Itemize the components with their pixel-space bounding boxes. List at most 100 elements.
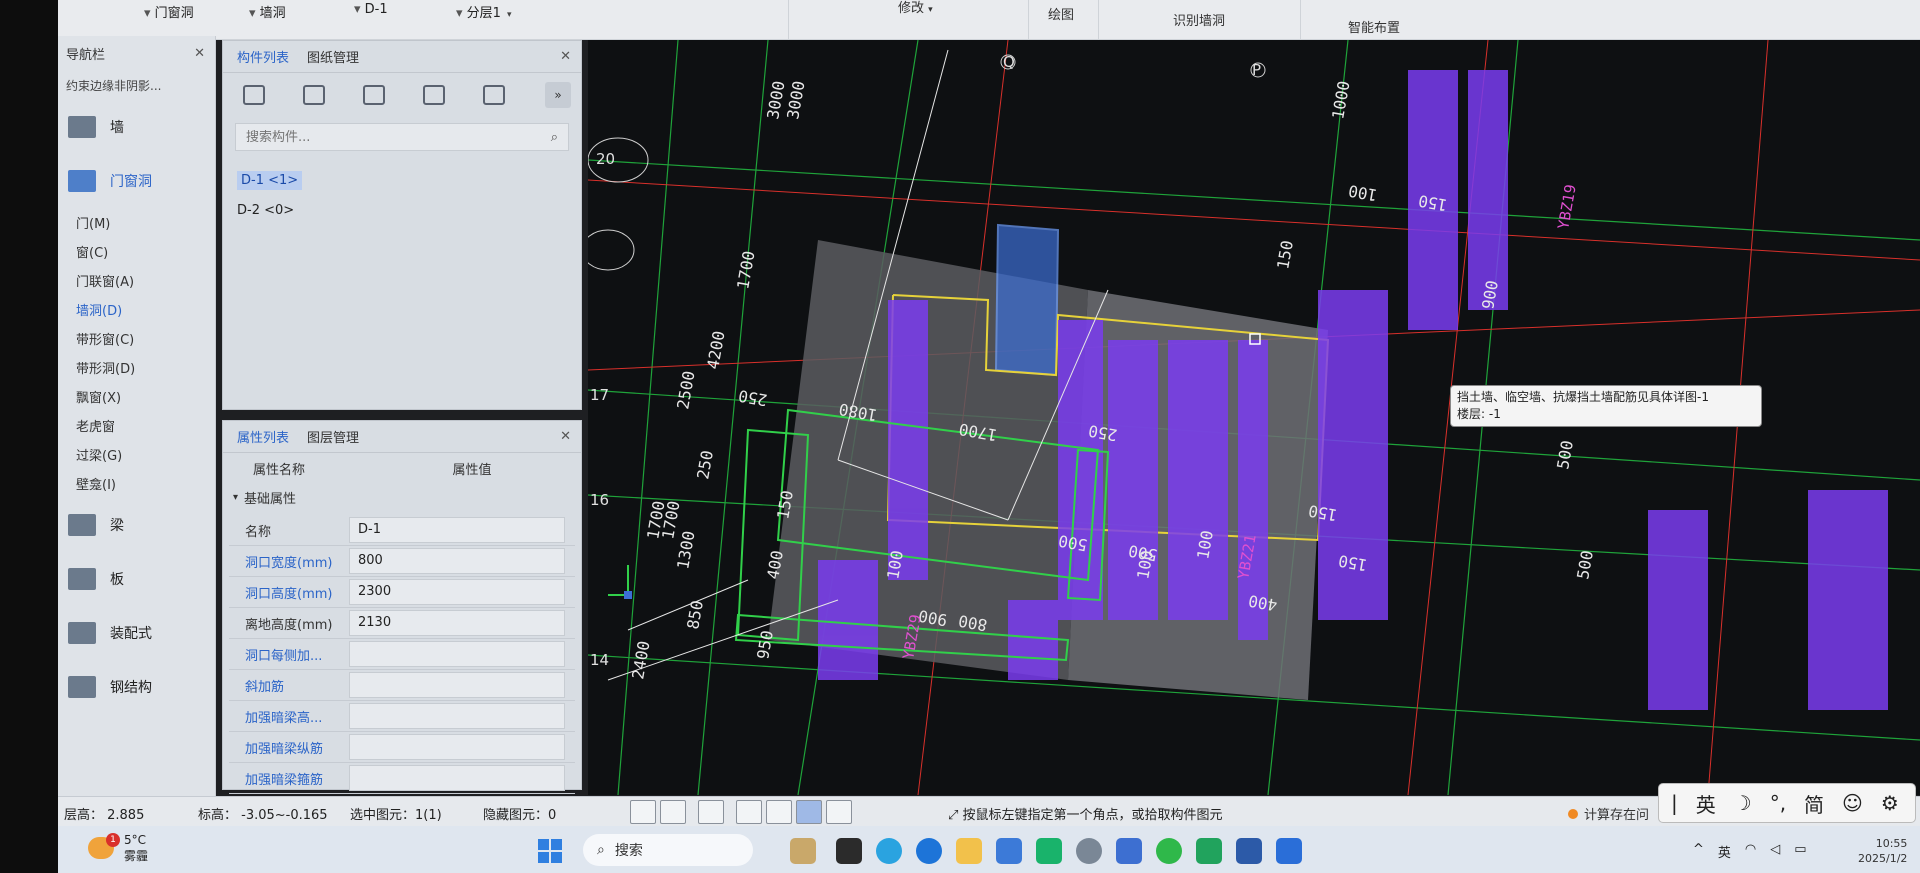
nav-item-door-window[interactable]: 门窗洞 <box>58 154 215 208</box>
type-select[interactable]: ▾ 墙洞 <box>243 0 292 22</box>
ortho-icon[interactable] <box>630 800 656 824</box>
nav-item-slab[interactable]: 板 <box>58 552 215 606</box>
nav-subtitle[interactable]: 约束边缘非阴影... <box>58 70 215 100</box>
copilot-icon[interactable] <box>790 838 816 864</box>
tray-lang[interactable]: 英 <box>1718 842 1731 861</box>
component-search[interactable]: ⌕ <box>235 123 569 151</box>
punctuation-icon[interactable]: °, <box>1770 791 1786 815</box>
close-icon[interactable]: ✕ <box>194 46 205 61</box>
nav-item-dormer[interactable]: 老虎窗 <box>58 411 215 440</box>
property-value[interactable]: 800 <box>349 548 565 574</box>
cad-app-icon[interactable] <box>1236 838 1262 864</box>
task-view-icon[interactable] <box>836 838 862 864</box>
cross-icon[interactable] <box>698 800 724 824</box>
snap-icon[interactable] <box>796 800 822 824</box>
table-row[interactable]: 加强暗梁箍筋 <box>229 763 575 794</box>
box-select-icon[interactable] <box>660 800 686 824</box>
chevron-up-icon[interactable]: ^ <box>1693 842 1704 861</box>
draw-group-label[interactable]: 绘图 <box>1048 4 1074 23</box>
list-item[interactable]: D-2 <0> <box>235 195 569 225</box>
nav-item-steel[interactable]: 钢结构 <box>58 660 215 714</box>
calc-warning[interactable]: 计算存在问 <box>1568 804 1649 823</box>
weather-widget[interactable]: 1 5°C 雾霾 <box>88 832 148 864</box>
property-value[interactable] <box>349 734 565 760</box>
nav-item-wall[interactable]: 墙 <box>58 100 215 154</box>
more-button[interactable]: » <box>545 82 571 108</box>
layer-copy-icon[interactable] <box>423 85 445 105</box>
mail-icon[interactable] <box>1036 838 1062 864</box>
table-row[interactable]: 斜加筋 <box>229 670 575 701</box>
table-row[interactable]: 加强暗梁纵筋 <box>229 732 575 763</box>
close-icon[interactable]: ✕ <box>560 49 571 64</box>
ime-lang-toggle[interactable]: 英 <box>1696 789 1716 818</box>
app-icon[interactable] <box>1196 838 1222 864</box>
property-value[interactable]: D-1 <box>349 517 565 543</box>
save-icon[interactable] <box>483 85 505 105</box>
property-value[interactable] <box>349 765 565 791</box>
wechat-icon[interactable] <box>1156 838 1182 864</box>
selected-hole[interactable] <box>994 223 1060 377</box>
offset-icon[interactable] <box>766 800 792 824</box>
taskbar-search[interactable]: ⌕ 搜索 <box>583 834 753 866</box>
settings-icon[interactable] <box>1076 838 1102 864</box>
table-row[interactable]: 洞口宽度(mm) 800 <box>229 546 575 577</box>
table-row[interactable]: 离地高度(mm) 2130 <box>229 608 575 639</box>
nav-item-door[interactable]: 门(M) <box>58 208 215 237</box>
tab-drawing-management[interactable]: 图纸管理 <box>307 47 359 66</box>
windows-start-icon[interactable] <box>538 839 562 863</box>
nav-item-niche[interactable]: 壁龛(I) <box>58 469 215 498</box>
nav-item-strip-hole[interactable]: 带形洞(D) <box>58 353 215 382</box>
property-value[interactable] <box>349 672 565 698</box>
ime-handle-icon[interactable]: | <box>1671 791 1678 815</box>
nav-item-door-window-combo[interactable]: 门联窗(A) <box>58 266 215 295</box>
ime-mode-toggle[interactable]: 简 <box>1804 789 1824 818</box>
modify-group[interactable]: 修改 ▾ <box>898 0 933 16</box>
property-value[interactable]: 2300 <box>349 579 565 605</box>
recognize-wall-hole-group-label[interactable]: 识别墙洞 <box>1173 10 1225 29</box>
store-icon[interactable] <box>996 838 1022 864</box>
nav-item-lintel[interactable]: 过梁(G) <box>58 440 215 469</box>
layer-select[interactable]: ▾ 分层1 ▾ <box>450 0 517 22</box>
app-icon[interactable] <box>1116 838 1142 864</box>
nav-item-prefab[interactable]: 装配式 <box>58 606 215 660</box>
ie-icon[interactable] <box>916 838 942 864</box>
close-icon[interactable]: ✕ <box>560 429 571 444</box>
nav-item-beam[interactable]: 梁 <box>58 498 215 552</box>
glodon-app-icon[interactable] <box>1276 838 1302 864</box>
smart-layout-group-label[interactable]: 智能布置 <box>1348 17 1400 36</box>
nav-item-wall-hole[interactable]: 墙洞(D) <box>58 295 215 324</box>
nav-item-bay-window[interactable]: 飘窗(X) <box>58 382 215 411</box>
tab-component-list[interactable]: 构件列表 <box>237 47 289 66</box>
delete-icon[interactable] <box>363 85 385 105</box>
search-icon[interactable]: ⌕ <box>551 130 558 145</box>
volume-icon[interactable]: ◁ <box>1770 842 1780 861</box>
arc-icon[interactable] <box>826 800 852 824</box>
table-row[interactable]: 洞口高度(mm) 2300 <box>229 577 575 608</box>
new-component-icon[interactable] <box>243 85 265 105</box>
battery-icon[interactable]: ▭ <box>1794 842 1806 861</box>
nav-item-strip-window[interactable]: 带形窗(C) <box>58 324 215 353</box>
emoji-icon[interactable]: ☺ <box>1842 791 1863 815</box>
nav-item-window[interactable]: 窗(C) <box>58 237 215 266</box>
table-row[interactable]: 加强暗梁高... <box>229 701 575 732</box>
file-explorer-icon[interactable] <box>956 838 982 864</box>
copy-icon[interactable] <box>303 85 325 105</box>
wifi-icon[interactable]: ◠ <box>1745 842 1756 861</box>
angle-icon[interactable] <box>736 800 762 824</box>
component-select[interactable]: ▾ D-1 <box>348 0 394 22</box>
tab-property-list[interactable]: 属性列表 <box>237 427 289 446</box>
property-value[interactable]: 2130 <box>349 610 565 636</box>
table-row[interactable]: 名称 D-1 <box>229 515 575 546</box>
property-value[interactable] <box>349 703 565 729</box>
moon-icon[interactable]: ☽ <box>1734 791 1752 815</box>
property-group[interactable]: ▾ 基础属性 <box>223 483 581 511</box>
list-item[interactable]: D-1 <1> <box>235 165 569 195</box>
table-row[interactable]: 洞口每侧加... <box>229 639 575 670</box>
property-value[interactable] <box>349 641 565 667</box>
clock[interactable]: 10:55 2025/1/2 <box>1858 836 1907 866</box>
category-select[interactable]: ▾ 门窗洞 <box>138 0 200 22</box>
tab-layer-management[interactable]: 图层管理 <box>307 427 359 446</box>
gear-icon[interactable]: ⚙ <box>1881 791 1899 815</box>
search-input[interactable] <box>246 129 551 145</box>
edge-icon[interactable] <box>876 838 902 864</box>
